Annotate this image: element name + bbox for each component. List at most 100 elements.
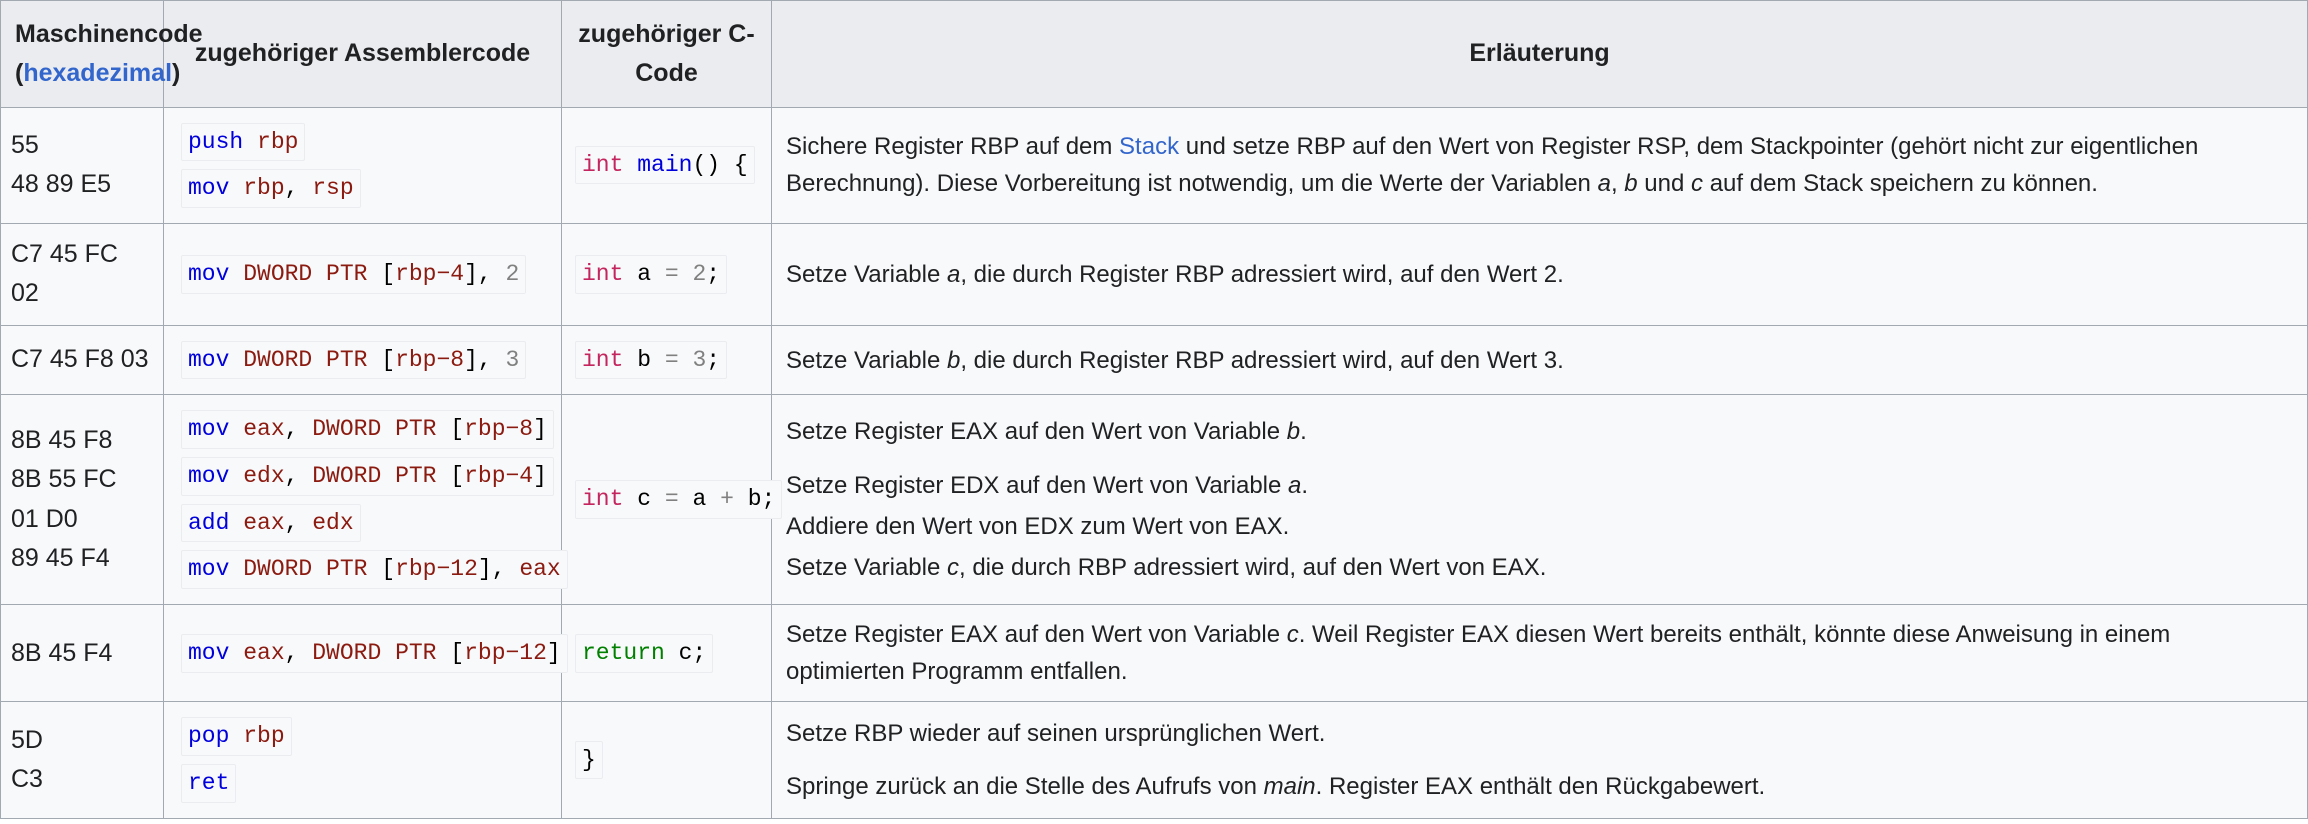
machine-code-line: C7 45 F8 03 — [11, 340, 149, 380]
assembly-operand: , — [285, 463, 299, 489]
machine-code-line: 8B 55 FC — [11, 460, 149, 500]
machine-code-cell: C7 45 FC 02 — [1, 223, 164, 325]
c-code-token: int — [582, 486, 623, 512]
explanation-text: . — [1301, 472, 1308, 499]
column-header-assembly: zugehöriger Assemblercode — [164, 1, 562, 108]
assembly-instruction: mov DWORD PTR [rbp−4], 2 — [181, 255, 526, 294]
assembly-code-cell: mov DWORD PTR [rbp−4], 2 — [164, 223, 562, 325]
hexadezimal-link[interactable]: hexadezimal — [23, 59, 172, 87]
assembly-instruction: mov DWORD PTR [rbp−12], eax — [181, 550, 568, 589]
c-code-token: int — [582, 152, 623, 178]
assembly-operand: , — [478, 347, 492, 373]
assembly-operand: ] — [464, 347, 478, 373]
explanation-paragraph: Setze Register EDX auf den Wert von Vari… — [786, 467, 2291, 504]
machine-code-line: 01 D0 — [11, 500, 149, 540]
assembly-operand: rbp−4 — [395, 261, 464, 287]
c-code-statement: int main() { — [575, 146, 755, 185]
assembly-code-cell: mov DWORD PTR [rbp−8], 3 — [164, 325, 562, 395]
table-row: 5548 89 E5push rbpmov rbp, rspint main()… — [1, 107, 2308, 223]
assembly-operand: , — [285, 640, 299, 666]
assembly-operand: , — [492, 556, 506, 582]
c-code-cell: int a = 2; — [562, 223, 772, 325]
c-code-token: = 2 — [665, 261, 706, 287]
assembly-mnemonic: mov — [188, 261, 229, 287]
c-code-cell: int c = a + b; — [562, 395, 772, 605]
assembly-mnemonic: mov — [188, 175, 229, 201]
explanation-paragraph: Addiere den Wert von EDX zum Wert von EA… — [786, 508, 2291, 545]
machine-code-cell: 5DC3 — [1, 702, 164, 818]
machine-code-line: 5D — [11, 721, 149, 761]
assembly-instruction: pop rbp — [181, 717, 292, 756]
column-header-machine-code: Maschinencode (hexadezimal) — [1, 1, 164, 108]
assembly-operand: rbp−4 — [464, 463, 533, 489]
assembly-operand: 2 — [492, 261, 520, 287]
c-code-token: c; — [665, 640, 706, 666]
table-row: 8B 45 F88B 55 FC01 D089 45 F4mov eax, DW… — [1, 395, 2308, 605]
variable-name: c — [1691, 170, 1703, 197]
explanation-text: Setze Register EDX auf den Wert von Vari… — [786, 472, 1288, 499]
assembly-operand: rbp−12 — [464, 640, 547, 666]
explanation-text: Setze Variable — [786, 554, 947, 581]
explanation-text: Addiere den Wert von EDX zum Wert von EA… — [786, 513, 1289, 540]
assembly-operand: 3 — [492, 347, 520, 373]
assembly-operand: edx — [229, 463, 284, 489]
assembly-operand: rbp−8 — [395, 347, 464, 373]
stack-link[interactable]: Stack — [1119, 133, 1179, 160]
variable-name: b — [1287, 418, 1300, 445]
assembly-operand: eax — [229, 640, 284, 666]
explanation-paragraph: Setze Variable b, die durch Register RBP… — [786, 342, 2291, 379]
explanation-text: Springe zurück an die Stelle des Aufrufs… — [786, 773, 1264, 800]
c-code-token: c — [623, 486, 664, 512]
table-header: Maschinencode (hexadezimal) zugehöriger … — [1, 1, 2308, 108]
assembly-operand: DWORD PTR — [229, 347, 381, 373]
variable-name: b — [1624, 170, 1637, 197]
assembly-operand: edx — [298, 510, 353, 536]
assembly-operand: [ — [381, 556, 395, 582]
column-header-c-code: zugehöriger C-Code — [562, 1, 772, 108]
explanation-text: . Register EAX enthält den Rückgabewert. — [1316, 773, 1766, 800]
assembly-operand: rbp — [243, 129, 298, 155]
assembly-operand: ] — [533, 463, 547, 489]
machine-code-line: 55 — [11, 126, 149, 166]
c-code-token: = — [665, 486, 679, 512]
assembly-operand: rbp−8 — [464, 416, 533, 442]
c-code-statement: int b = 3; — [575, 341, 727, 380]
c-code-token: a — [623, 261, 664, 287]
c-code-token: } — [582, 747, 596, 773]
assembly-operand: DWORD PTR — [229, 556, 381, 582]
assembly-operand: rbp — [229, 723, 284, 749]
c-code-token: int — [582, 261, 623, 287]
c-code-token: ; — [706, 261, 720, 287]
c-code-token: main — [637, 152, 692, 178]
table-body: 5548 89 E5push rbpmov rbp, rspint main()… — [1, 107, 2308, 818]
machine-code-cell: C7 45 F8 03 — [1, 325, 164, 395]
c-code-statement: int a = 2; — [575, 255, 727, 294]
explanation-paragraph: Setze Register EAX auf den Wert von Vari… — [786, 413, 2291, 450]
variable-name: c — [1287, 621, 1299, 648]
explanation-text: auf dem Stack speichern zu können. — [1703, 170, 2098, 197]
assembly-mnemonic: pop — [188, 723, 229, 749]
table-row: C7 45 FC 02 mov DWORD PTR [rbp−4], 2 int a… — [1, 223, 2308, 325]
variable-name: main — [1264, 773, 1316, 800]
c-code-token: return — [582, 640, 665, 666]
machine-code-cell: 5548 89 E5 — [1, 107, 164, 223]
explanation-text: , die durch Register RBP adressiert wird… — [960, 261, 1563, 288]
variable-name: a — [947, 261, 960, 288]
explanation-text: , die durch RBP adressiert wird, auf den… — [959, 554, 1546, 581]
assembly-instruction: add eax, edx — [181, 504, 361, 543]
assembly-operand: [ — [450, 640, 464, 666]
assembly-operand: DWORD PTR — [298, 463, 450, 489]
assembly-instruction: ret — [181, 764, 236, 803]
explanation-paragraph: Setze RBP wieder auf seinen ursprünglich… — [786, 715, 2291, 752]
c-code-cell: } — [562, 702, 772, 818]
explanation-text: , — [1611, 170, 1624, 197]
machine-code-line: 89 45 F4 — [11, 539, 149, 579]
assembly-mnemonic: push — [188, 129, 243, 155]
assembly-instruction: mov eax, DWORD PTR [rbp−12] — [181, 634, 568, 673]
machine-code-table: Maschinencode (hexadezimal) zugehöriger … — [0, 0, 2308, 819]
assembly-operand: rsp — [298, 175, 353, 201]
assembly-operand: rbp−12 — [395, 556, 478, 582]
explanation-cell: Setze Variable a, die durch Register RBP… — [772, 223, 2308, 325]
explanation-cell: Setze Variable b, die durch Register RBP… — [772, 325, 2308, 395]
machine-code-line: 8B 45 F8 — [11, 421, 149, 461]
